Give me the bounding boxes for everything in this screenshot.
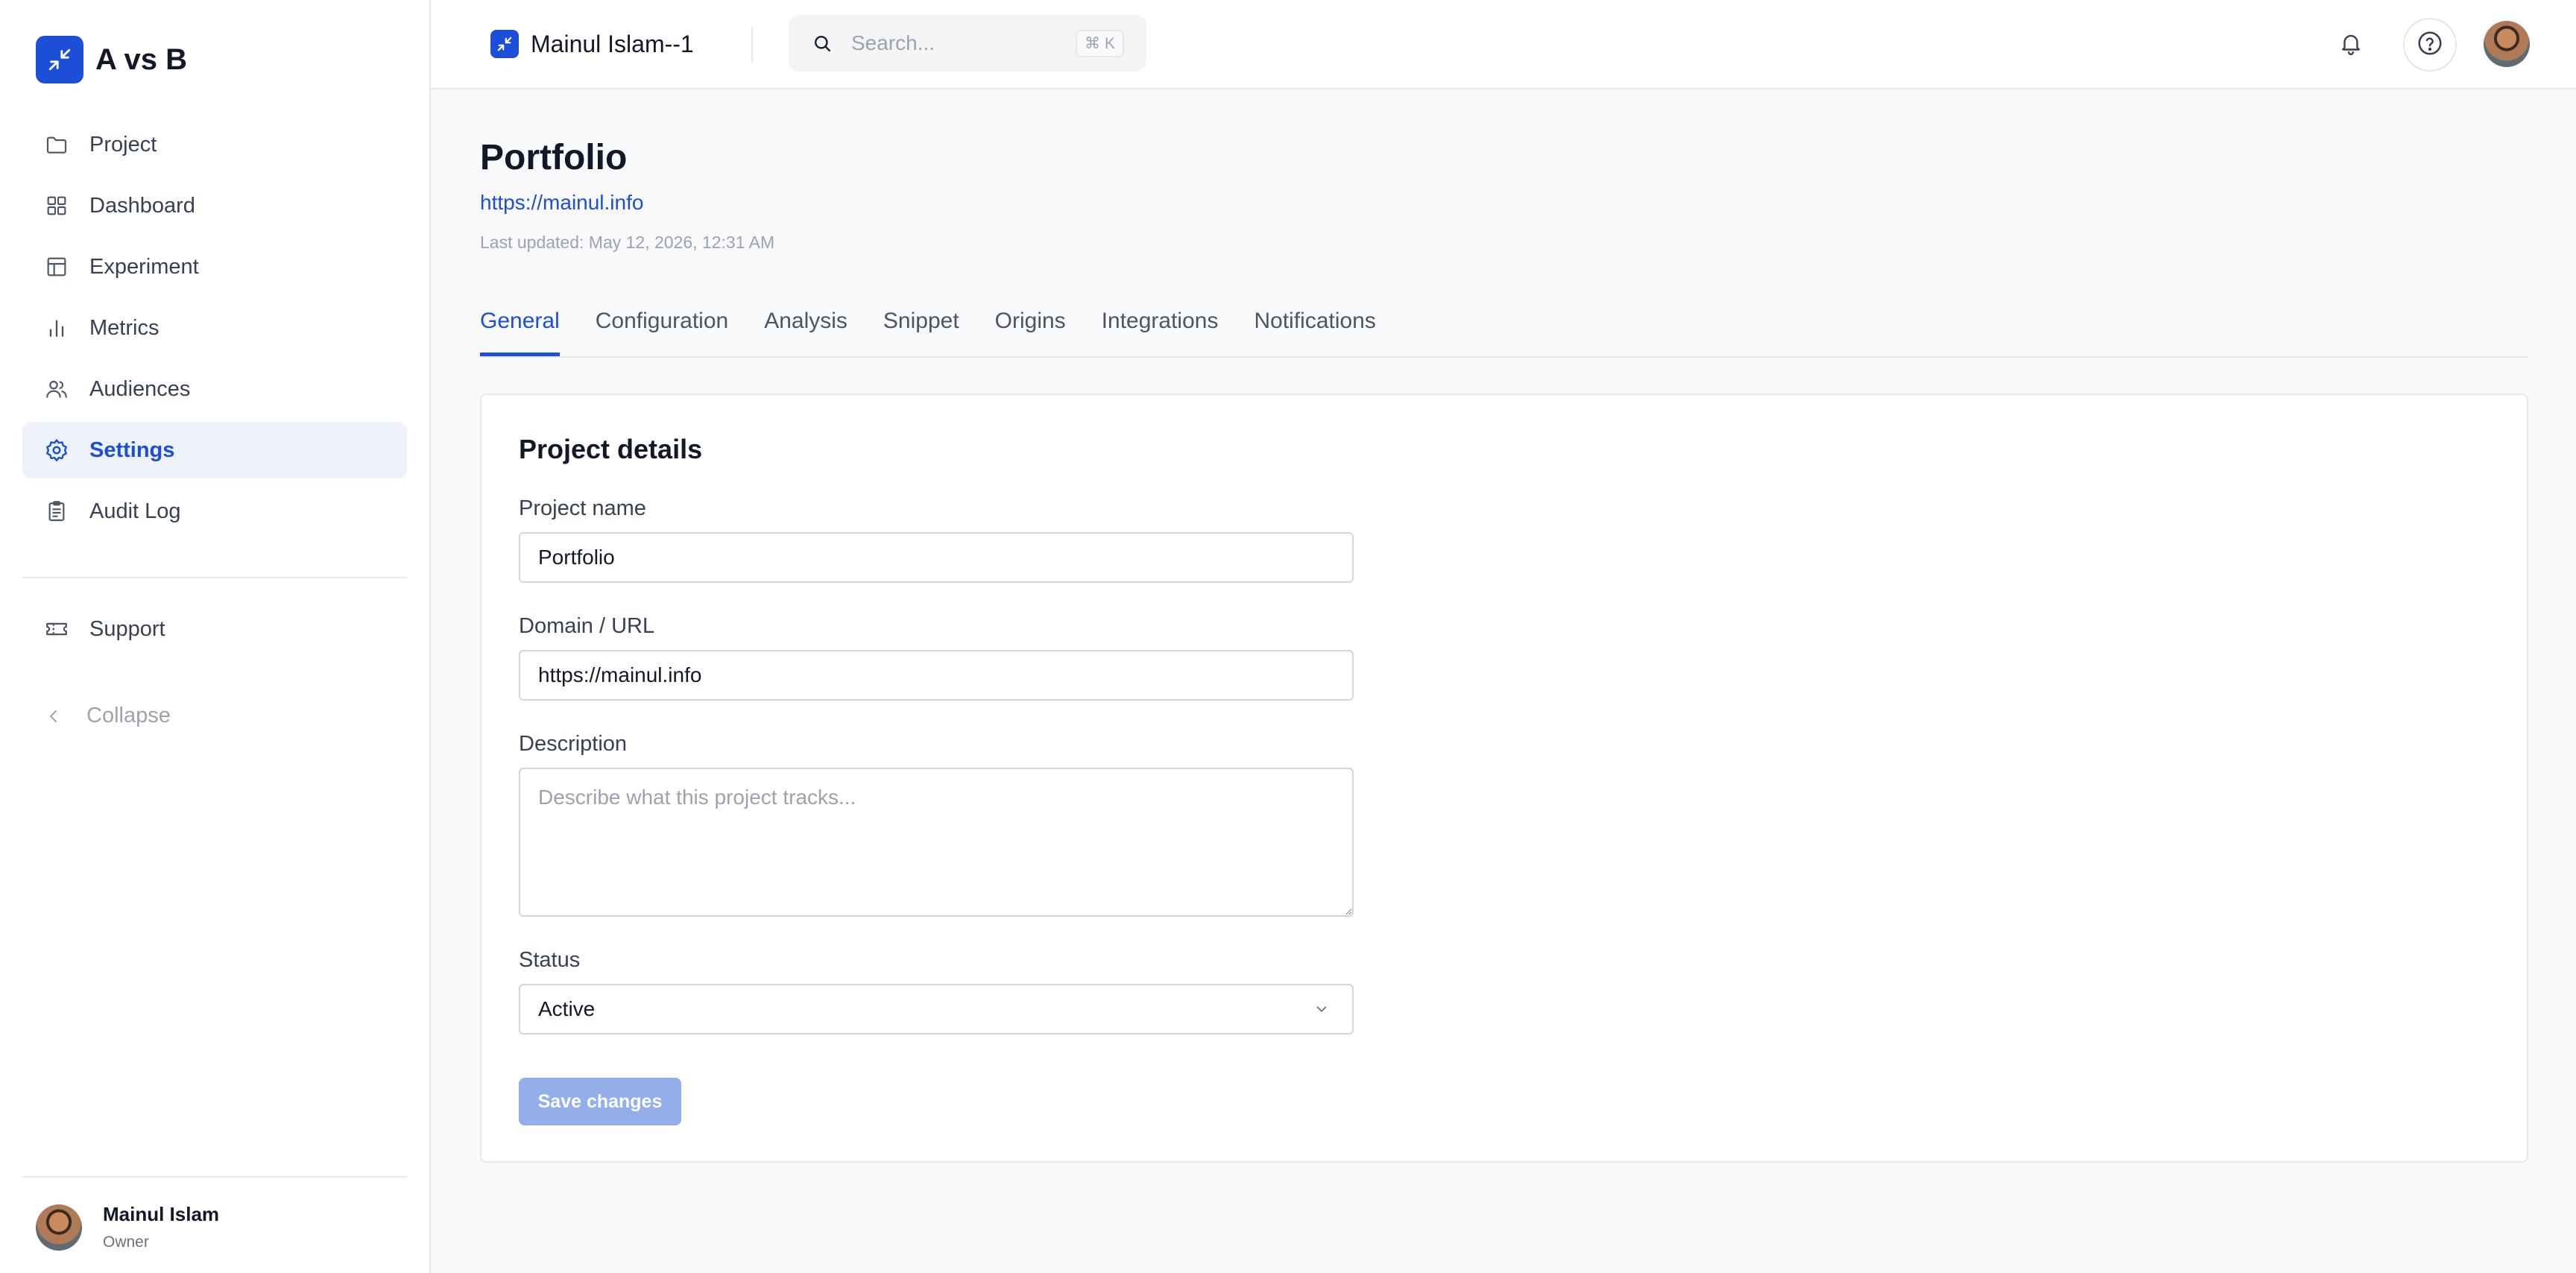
bell-icon xyxy=(2338,31,2364,60)
project-name-input[interactable] xyxy=(519,532,1354,583)
collapse-button[interactable]: Collapse xyxy=(43,704,171,728)
bar-chart-icon xyxy=(43,315,70,341)
domain-label: Domain / URL xyxy=(519,614,655,638)
tab-analysis[interactable]: Analysis xyxy=(764,297,847,356)
sidebar-item-label: Support xyxy=(89,616,165,641)
last-updated-text: Last updated: May 12, 2026, 12:31 AM xyxy=(480,233,775,252)
collapse-label: Collapse xyxy=(86,704,171,727)
workspace-switcher[interactable]: Mainul Islam--1 xyxy=(490,30,694,58)
avatar xyxy=(36,1204,82,1251)
users-icon xyxy=(43,376,70,402)
workspace-name: Mainul Islam--1 xyxy=(531,30,694,57)
sidebar-item-label: Experiment xyxy=(89,254,199,279)
brand[interactable]: A vs B xyxy=(36,36,187,83)
folder-icon xyxy=(43,131,70,158)
search-icon xyxy=(811,32,833,54)
domain-url-input[interactable] xyxy=(519,650,1354,701)
search-input[interactable] xyxy=(850,31,1076,56)
project-url-link[interactable]: https://mainul.info xyxy=(480,191,643,215)
brand-logo-icon xyxy=(36,36,83,83)
sidebar-item-support[interactable]: Support xyxy=(22,601,407,657)
sidebar-item-label: Audiences xyxy=(89,376,191,401)
description-label: Description xyxy=(519,732,628,756)
sidebar-divider xyxy=(22,577,407,578)
notifications-button[interactable] xyxy=(2324,18,2378,72)
user-avatar-button[interactable] xyxy=(2484,21,2530,67)
project-name-label: Project name xyxy=(519,496,646,520)
table-icon xyxy=(43,253,70,280)
tab-general[interactable]: General xyxy=(480,297,560,356)
help-icon xyxy=(2416,29,2444,61)
sidebar: A vs B Project Dashboard Experiment Metr… xyxy=(0,0,431,1273)
workspace-logo-icon xyxy=(490,30,519,58)
tab-notifications[interactable]: Notifications xyxy=(1254,297,1375,356)
sidebar-item-label: Metrics xyxy=(89,315,160,340)
user-divider xyxy=(22,1176,407,1178)
sidebar-item-label: Project xyxy=(89,132,157,157)
chevron-left-icon xyxy=(43,706,64,727)
sidebar-item-audiences[interactable]: Audiences xyxy=(22,361,407,417)
sidebar-item-label: Audit Log xyxy=(89,499,181,523)
tab-snippet[interactable]: Snippet xyxy=(883,297,959,356)
chevron-down-icon xyxy=(1312,999,1331,1019)
support-section: Support xyxy=(22,601,407,662)
sidebar-item-experiment[interactable]: Experiment xyxy=(22,239,407,295)
sidebar-item-project[interactable]: Project xyxy=(22,116,407,173)
top-header: Mainul Islam--1 ⌘ K xyxy=(431,0,2576,89)
help-button[interactable] xyxy=(2403,18,2457,72)
user-role: Owner xyxy=(103,1233,149,1251)
sidebar-item-label: Dashboard xyxy=(89,193,195,218)
description-textarea[interactable] xyxy=(519,768,1354,917)
project-details-card: Project details Project name Domain / UR… xyxy=(480,394,2528,1163)
sidebar-item-dashboard[interactable]: Dashboard xyxy=(22,177,407,234)
user-profile[interactable]: Mainul Islam Owner xyxy=(36,1203,219,1251)
tab-origins[interactable]: Origins xyxy=(995,297,1066,356)
user-name: Mainul Islam xyxy=(103,1203,220,1225)
save-changes-button[interactable]: Save changes xyxy=(519,1078,681,1125)
grid-icon xyxy=(43,192,70,219)
status-select[interactable]: Active xyxy=(519,984,1354,1034)
section-title: Project details xyxy=(519,434,703,464)
settings-tabs: General Configuration Analysis Snippet O… xyxy=(480,297,2528,358)
tab-integrations[interactable]: Integrations xyxy=(1102,297,1219,356)
sidebar-item-settings[interactable]: Settings xyxy=(22,422,407,478)
ticket-icon xyxy=(43,616,70,642)
header-divider xyxy=(751,27,753,63)
status-selected-value: Active xyxy=(538,997,596,1020)
status-label: Status xyxy=(519,948,581,972)
brand-name: A vs B xyxy=(95,42,188,76)
sidebar-nav: Project Dashboard Experiment Metrics Aud… xyxy=(22,116,407,544)
sidebar-item-label: Settings xyxy=(89,438,175,462)
page-title: Portfolio xyxy=(480,138,628,177)
sidebar-item-audit-log[interactable]: Audit Log xyxy=(22,483,407,540)
sidebar-item-metrics[interactable]: Metrics xyxy=(22,300,407,356)
gear-icon xyxy=(43,437,70,464)
search-shortcut-badge: ⌘ K xyxy=(1076,30,1124,57)
search-bar[interactable]: ⌘ K xyxy=(789,15,1146,72)
tab-configuration[interactable]: Configuration xyxy=(596,297,728,356)
clipboard-icon xyxy=(43,498,70,525)
